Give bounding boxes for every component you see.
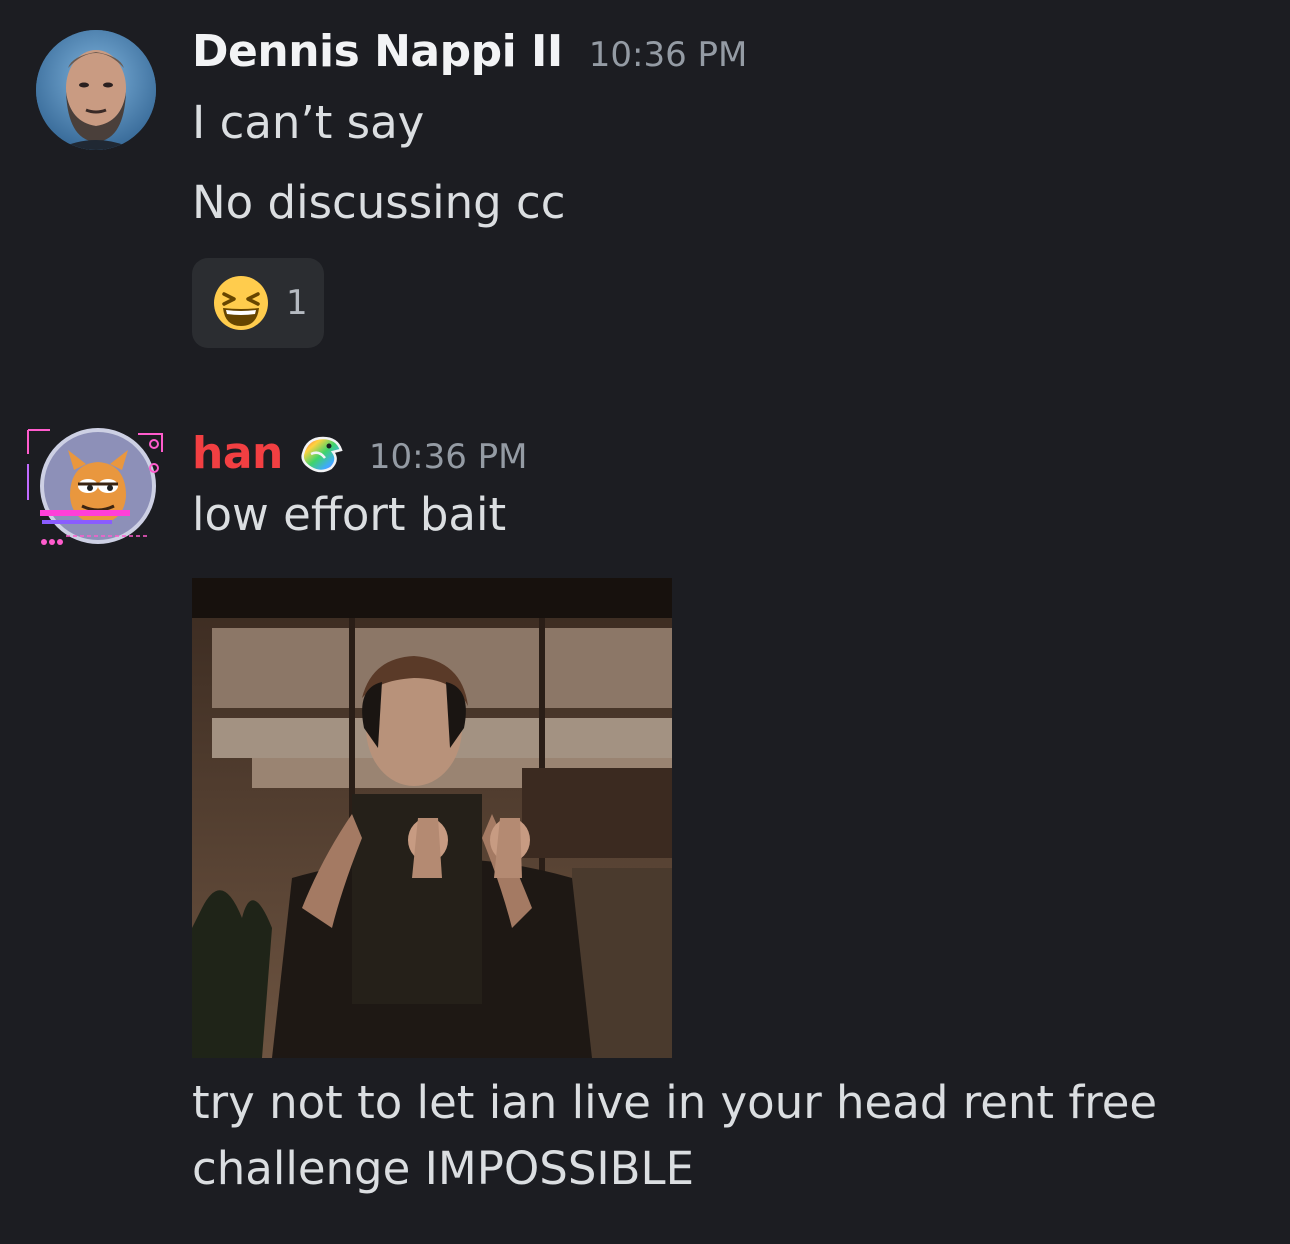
reaction-count: 1 [286, 283, 308, 323]
message-group-dennis: Dennis Nappi II 10:36 PM I can’t say No … [0, 0, 1290, 360]
timestamp: 10:36 PM [588, 35, 748, 75]
message-text: No discussing cc [192, 176, 566, 229]
avatar-han[interactable] [26, 424, 164, 548]
message-text: I can’t say [192, 96, 425, 149]
message-header: Dennis Nappi II 10:36 PM [192, 26, 747, 77]
gif-image [192, 578, 672, 1058]
rainbow-bird-icon[interactable] [297, 430, 345, 474]
username[interactable]: han [192, 428, 283, 479]
laughing-squinting-face-icon [212, 274, 270, 332]
message-header: han 10:36 PM [192, 424, 527, 479]
gif-attachment[interactable] [192, 578, 672, 1058]
avatar-decoration [27, 428, 163, 545]
message-text: low effort bait [192, 488, 507, 541]
timestamp: 10:36 PM [368, 437, 528, 477]
avatar-dennis[interactable] [36, 30, 156, 150]
reaction-button[interactable]: 1 [192, 258, 324, 348]
message-text: challenge IMPOSSIBLE [192, 1142, 695, 1195]
avatar-photo [36, 30, 156, 150]
username[interactable]: Dennis Nappi II [192, 26, 563, 77]
message-text: try not to let ian live in your head ren… [192, 1076, 1158, 1129]
